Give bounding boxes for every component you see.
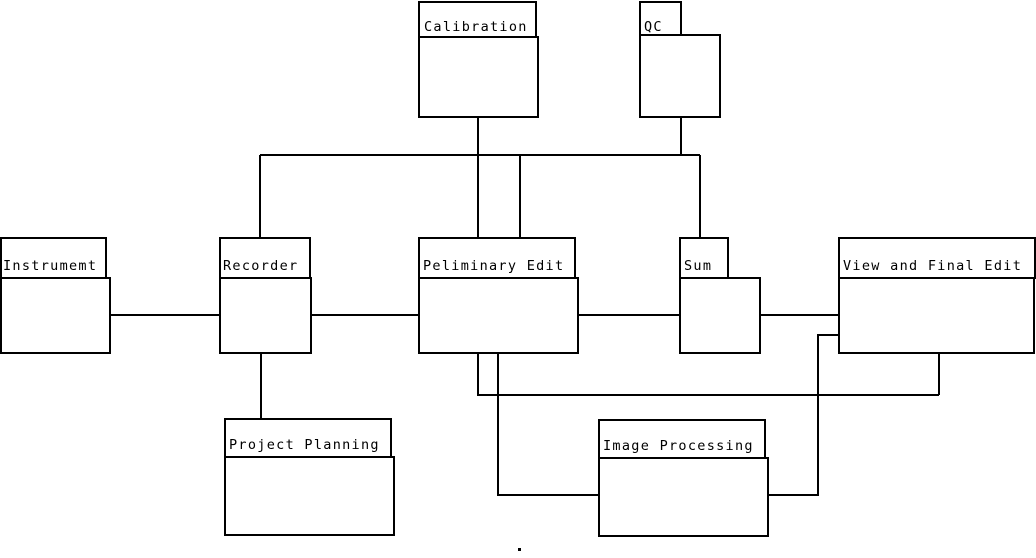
node-image-processing[interactable]: Image Processing (598, 419, 769, 537)
connector-peliminary-edit-to-image-processing (497, 353, 599, 496)
node-sum[interactable]: Sum (679, 237, 761, 354)
node-body-instrumemt (0, 277, 111, 354)
node-instrumemt[interactable]: Instrumemt (0, 237, 111, 354)
node-project-planning[interactable]: Project Planning (224, 418, 395, 536)
node-body-peliminary-edit (418, 277, 579, 354)
nodes-layer: Calibration QC Instrumemt Recorder Peliminar… (0, 1, 1036, 537)
node-qc[interactable]: QC (639, 1, 721, 118)
node-label-recorder: Recorder (223, 258, 298, 274)
stray-dot-artifact (518, 548, 521, 551)
node-body-calibration (418, 36, 539, 118)
node-recorder[interactable]: Recorder (219, 237, 312, 354)
node-body-recorder (219, 277, 312, 354)
node-label-project-planning: Project Planning (229, 437, 380, 453)
node-peliminary-edit[interactable]: Peliminary Edit (418, 237, 579, 354)
node-body-image-processing (598, 457, 769, 537)
connector-image-processing-to-view-and-final-edit (768, 334, 839, 496)
node-label-image-processing: Image Processing (603, 438, 754, 454)
node-label-calibration: Calibration (424, 19, 528, 35)
node-label-qc: QC (644, 19, 663, 35)
diagram-canvas: Calibration QC Instrumemt Recorder Peliminar… (0, 0, 1036, 558)
node-body-view-and-final-edit (838, 277, 1035, 354)
artifact-layer (518, 548, 521, 551)
node-label-instrumemt: Instrumemt (3, 258, 97, 274)
node-label-sum: Sum (684, 258, 712, 274)
node-view-and-final-edit[interactable]: View and Final Edit (838, 237, 1036, 354)
node-body-qc (639, 34, 721, 118)
connector-peliminary-edit-to-lower-bus (477, 353, 939, 396)
node-body-sum (679, 277, 761, 354)
block-diagram: Calibration QC Instrumemt Recorder Peliminar… (0, 1, 1036, 551)
node-label-peliminary-edit: Peliminary Edit (423, 258, 564, 274)
node-label-view-and-final-edit: View and Final Edit (843, 258, 1022, 274)
node-calibration[interactable]: Calibration (418, 1, 539, 118)
node-body-project-planning (224, 456, 395, 536)
